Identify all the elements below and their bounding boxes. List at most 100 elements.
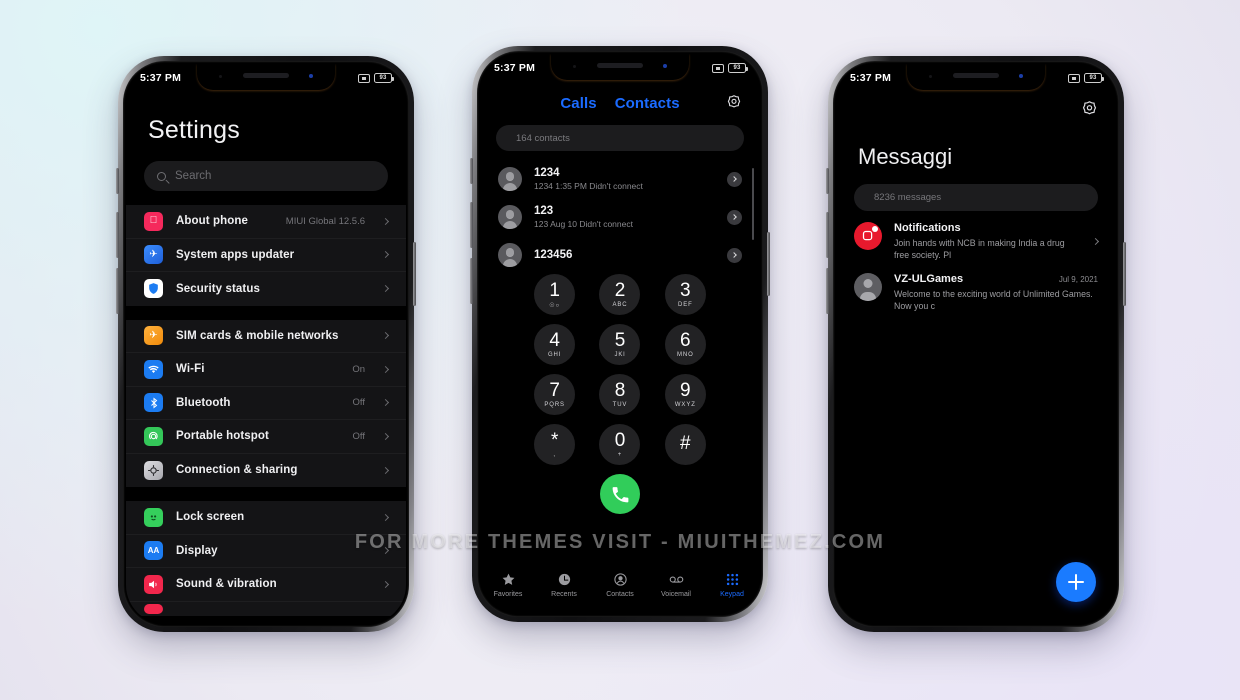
mute-switch[interactable]: [116, 168, 119, 194]
key-subtext: WXYZ: [674, 402, 696, 408]
chevron-right-icon: [1091, 238, 1100, 246]
settings-row-about-phone[interactable]:  About phone MIUI Global 12.5.6: [126, 205, 406, 239]
sound-icon: [144, 574, 163, 594]
gear-icon[interactable]: [1081, 100, 1098, 117]
key-number: 6: [680, 330, 691, 351]
tab-contacts[interactable]: Contacts: [615, 95, 680, 112]
settings-row-connection-sharing[interactable]: Connection & sharing: [126, 454, 406, 488]
key-subtext: ☉○: [549, 302, 561, 309]
row-label: Sound & vibration: [176, 578, 277, 591]
messages-search-input[interactable]: 8236 messages: [854, 184, 1098, 211]
settings-row-security-status[interactable]: Security status: [126, 272, 406, 306]
dialpad-key-6[interactable]: 6 MNO: [664, 324, 706, 365]
settings-row-bluetooth[interactable]: Bluetooth Off: [126, 387, 406, 420]
wifi-icon: [144, 359, 163, 379]
dialpad-key-5[interactable]: 5 JKl: [599, 324, 641, 365]
dialpad-key-hash[interactable]: #: [664, 424, 706, 465]
dialer-body: Calls Contacts 164 contacts 1234 1234 1:…: [480, 54, 760, 614]
status-time: 5:37 PM: [140, 72, 182, 84]
power-button[interactable]: [1123, 242, 1126, 306]
row-value: Off: [352, 397, 366, 409]
front-camera-icon: [1019, 74, 1023, 78]
table-row[interactable]: 123456: [480, 236, 760, 268]
person-avatar-icon: [854, 272, 882, 301]
call-info-button[interactable]: [727, 247, 742, 263]
dialpad-key-star[interactable]: *,: [534, 424, 576, 465]
compose-fab[interactable]: [1056, 562, 1096, 602]
notch: [907, 64, 1045, 90]
list-scrollbar[interactable]: [752, 168, 754, 240]
battery-percent: 93: [1089, 75, 1097, 81]
front-camera-icon: [309, 74, 313, 78]
key-subtext: +: [617, 452, 623, 458]
call-log-list[interactable]: 1234 1234 1:35 PM Didn't connect 123 123…: [480, 160, 760, 268]
volume-up-button[interactable]: [470, 202, 473, 248]
messages-body: Messaggi 8236 messages Notifications Joi…: [836, 64, 1116, 624]
dialpad-key-0[interactable]: 0 +: [599, 424, 641, 465]
chevron-right-icon: [381, 217, 390, 225]
key-number: #: [680, 433, 691, 454]
tab-favorites[interactable]: Favorites: [482, 572, 534, 598]
tab-contacts-bottom[interactable]: Contacts: [594, 572, 646, 598]
settings-row-wifi[interactable]: Wi-Fi On: [126, 353, 406, 387]
table-row[interactable]: 1234 1234 1:35 PM Didn't connect: [480, 160, 760, 198]
tab-keypad[interactable]: Keypad: [706, 572, 758, 598]
power-button[interactable]: [767, 232, 770, 296]
dialer-search-input[interactable]: 164 contacts: [496, 125, 744, 151]
tab-calls[interactable]: Calls: [560, 95, 596, 112]
chevron-right-icon: [381, 399, 390, 407]
dialpad-key-7[interactable]: 7 PQRS: [534, 374, 576, 415]
volume-up-button[interactable]: [826, 212, 829, 258]
key-number: 5: [614, 330, 626, 351]
call-info-button[interactable]: [727, 209, 742, 225]
settings-row-display[interactable]: AA Display: [126, 535, 406, 568]
dialpad-key-9[interactable]: 9 WXYZ: [664, 374, 706, 415]
settings-row-sound-vibration[interactable]: Sound & vibration: [126, 568, 406, 602]
volume-down-button[interactable]: [826, 268, 829, 314]
dialpad-key-4[interactable]: 4 GHI: [534, 324, 576, 365]
phone-device-settings: 5:37 PM 93 Settings Search About phone M…: [116, 56, 416, 632]
mute-switch[interactable]: [826, 168, 829, 194]
dialpad-key-3[interactable]: 3 DEF: [664, 274, 706, 315]
thread-name: VZ-ULGames: [894, 272, 964, 285]
volume-up-button[interactable]: [116, 212, 119, 258]
front-camera-icon: [663, 64, 667, 68]
key-number: 7: [549, 380, 560, 401]
dialer-screen: 5:37 PM 93 Calls Contacts 164 contacts 1…: [480, 54, 760, 614]
list-item[interactable]: VZ-ULGames Jul 9, 2021 Welcome to the ex…: [836, 262, 1116, 313]
tab-recents[interactable]: Recents: [538, 572, 590, 598]
mute-switch[interactable]: [470, 158, 473, 184]
thread-name: Notifications: [894, 222, 961, 234]
settings-group-1:  About phone MIUI Global 12.5.6 ✈ Syste…: [126, 205, 406, 306]
table-row[interactable]: 123 123 Aug 10 Didn't connect: [480, 198, 760, 236]
call-info-button[interactable]: [727, 171, 742, 187]
clock-icon: [558, 573, 570, 586]
earpiece-speaker: [953, 73, 999, 78]
thread-snippet: Join hands with NCB in making India a dr…: [894, 238, 1065, 261]
tab-voicemail[interactable]: Voicemail: [650, 572, 702, 598]
bluetooth-icon: [144, 393, 163, 413]
list-item[interactable]: Notifications Join hands with NCB in mak…: [836, 211, 1116, 262]
dialpad-key-2[interactable]: 2 ABC: [599, 274, 641, 315]
key-number: 9: [680, 380, 691, 401]
row-label: Security status: [176, 282, 260, 295]
settings-search-input[interactable]: Search: [144, 161, 388, 191]
settings-row-partial[interactable]: [126, 602, 406, 616]
thread-head: Notifications: [894, 222, 1081, 234]
volume-down-button[interactable]: [470, 258, 473, 304]
dialpad-key-1[interactable]: 1 ☉○: [534, 274, 576, 315]
gear-icon[interactable]: [726, 94, 742, 110]
settings-row-sim-cards[interactable]: ✈ SIM cards & mobile networks: [126, 320, 406, 353]
avatar: [498, 167, 522, 191]
settings-row-system-apps-updater[interactable]: ✈ System apps updater: [126, 239, 406, 272]
avatar: [498, 243, 522, 267]
dialer-tabbar: Favorites Recents Contacts Voicemail Key…: [480, 562, 760, 614]
status-icons: 93: [1068, 73, 1104, 83]
power-button[interactable]: [413, 242, 416, 306]
settings-row-portable-hotspot[interactable]: Portable hotspot Off: [126, 420, 406, 454]
volume-down-button[interactable]: [116, 268, 119, 314]
settings-row-lock-screen[interactable]: Lock screen: [126, 501, 406, 535]
dialpad-key-8[interactable]: 8 TUV: [599, 374, 641, 415]
call-button[interactable]: [600, 474, 640, 514]
phone-device-dialer: 5:37 PM 93 Calls Contacts 164 contacts 1…: [470, 46, 770, 622]
